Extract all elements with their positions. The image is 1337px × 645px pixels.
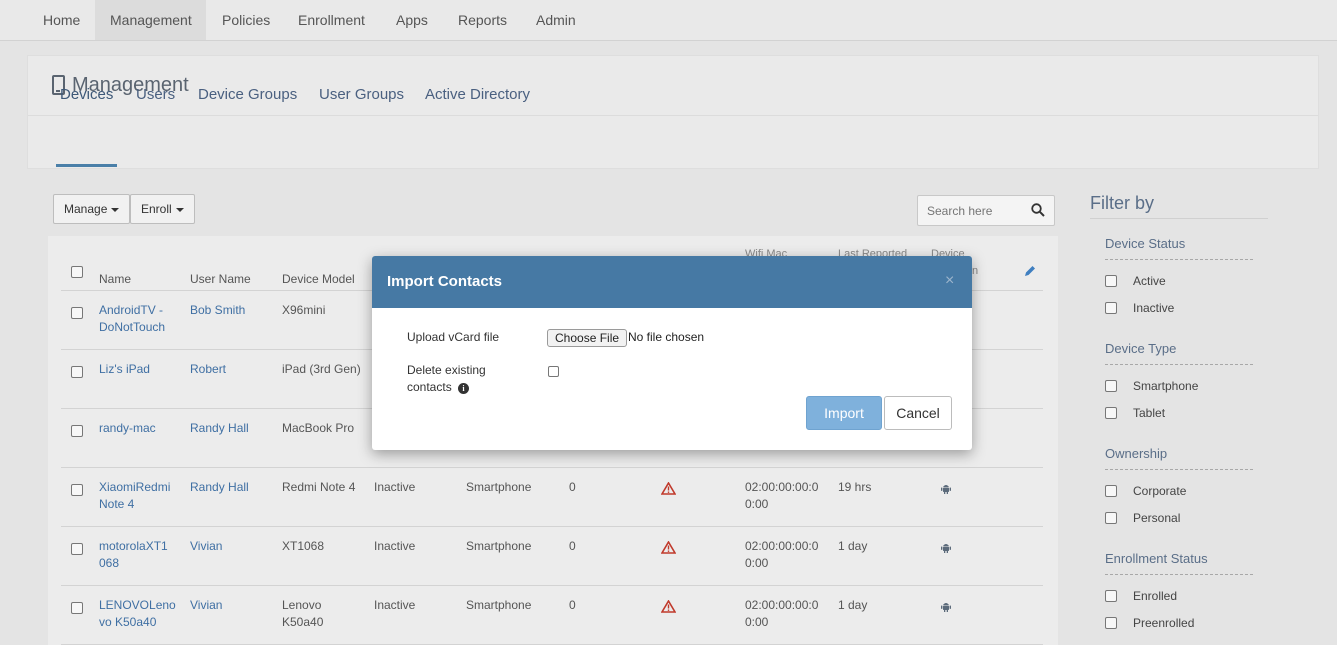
dialog-title: Import Contacts <box>387 273 503 290</box>
dialog-header: Import Contacts × <box>372 256 972 308</box>
choose-file-button[interactable]: Choose File <box>547 329 628 347</box>
info-icon[interactable]: i <box>458 383 469 394</box>
import-contacts-dialog: Import Contacts × Upload vCard file Choo… <box>372 256 972 450</box>
delete-existing-checkbox[interactable] <box>548 366 559 377</box>
delete-contacts-label: contacts <box>407 380 452 394</box>
upload-vcard-label: Upload vCard file <box>407 330 500 344</box>
cancel-button[interactable]: Cancel <box>884 396 952 430</box>
close-icon[interactable]: × <box>945 273 954 289</box>
import-button[interactable]: Import <box>806 396 882 430</box>
file-status-text: No file chosen <box>628 330 705 344</box>
delete-existing-label: Delete existing <box>407 363 486 377</box>
